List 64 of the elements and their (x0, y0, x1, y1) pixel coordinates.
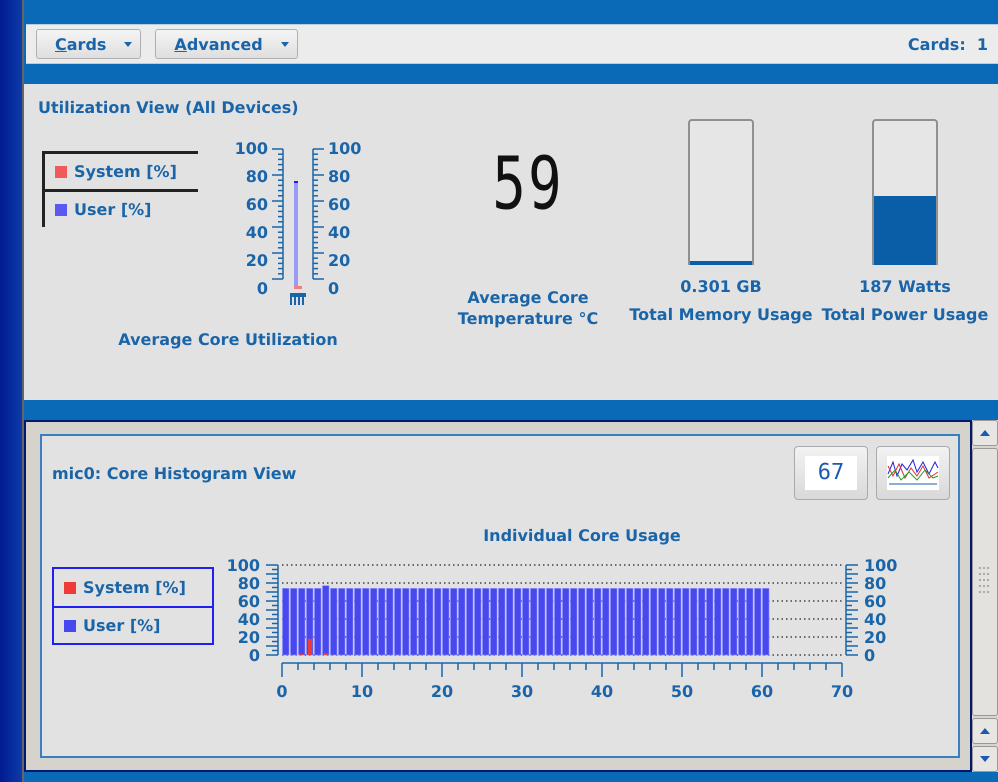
x-tick-label: 60 (750, 682, 774, 701)
y-tick-label: 0 (248, 646, 260, 665)
x-tick-label: 70 (830, 682, 854, 701)
gauge-caption: Total Memory Usage (629, 304, 813, 325)
legend-label: System [%] (74, 162, 177, 181)
y-tick-label: 60 (238, 592, 260, 611)
graph-view-button[interactable] (876, 446, 950, 500)
y-tick-label: 20 (238, 628, 260, 647)
y-tick-label: 60 (864, 592, 886, 611)
gauge-caption: Total Power Usage (822, 304, 988, 325)
scale-label: 0 (256, 278, 268, 300)
legend-label: User [%] (83, 616, 160, 635)
scale-label: 20 (246, 250, 268, 272)
gauge-caption: Average Core Temperature °C (456, 287, 600, 329)
x-tick-label: 10 (350, 682, 374, 701)
y-tick-label: 80 (864, 574, 886, 593)
legend-label: System [%] (83, 578, 186, 597)
arrow-up-icon (980, 728, 990, 734)
panel-title: mic0: Core Histogram View (52, 464, 296, 482)
gauge-reading: 187 Watts (859, 277, 951, 296)
x-tick-label: 0 (276, 682, 288, 701)
scale-label: 40 (328, 222, 350, 244)
scale-label: 60 (246, 194, 268, 216)
scale-label: 80 (328, 166, 350, 188)
arrow-up-icon (980, 430, 990, 436)
system-bar (308, 638, 312, 655)
scroll-down-button[interactable] (972, 746, 998, 772)
arrow-down-icon (980, 756, 990, 762)
panel-title: Utilization View (All Devices) (38, 98, 300, 117)
gauge-caption: Average Core Utilization (117, 329, 339, 350)
gauge-reading: 0.301 GB (680, 277, 762, 296)
x-tick-label: 40 (590, 682, 614, 701)
temperature-readout: 59 (492, 148, 564, 222)
menu-button[interactable]: Advanced (155, 29, 298, 59)
digital-view-button[interactable]: 67 (794, 446, 868, 500)
caret-icon (280, 42, 289, 46)
scrollbar-thumb[interactable] (972, 448, 998, 716)
y-tick-label: 20 (864, 628, 886, 647)
chart-title: Individual Core Usage (482, 526, 682, 545)
legend-label: User [%] (74, 200, 152, 219)
scale-label: 0 (328, 278, 340, 300)
y-tick-label: 40 (238, 610, 260, 629)
y-tick-label: 100 (226, 556, 260, 575)
scroll-up-button[interactable] (972, 420, 998, 446)
scale-label: 100 (328, 138, 362, 160)
x-tick-label: 30 (510, 682, 534, 701)
menu-button[interactable]: Cards (36, 29, 142, 59)
x-tick-label: 20 (430, 682, 454, 701)
y-tick-label: 80 (238, 574, 260, 593)
connector-icon (290, 293, 306, 305)
system-bar (324, 653, 328, 655)
y-tick-label: 100 (864, 556, 898, 575)
scale-label: 40 (246, 222, 268, 244)
scale-label: 100 (234, 138, 268, 160)
caret-icon (124, 42, 132, 46)
scale-label: 80 (246, 166, 268, 188)
scale-label: 60 (328, 194, 350, 216)
y-tick-label: 40 (864, 610, 886, 629)
scale-label: 20 (328, 250, 350, 272)
scroll-up-button[interactable] (972, 718, 998, 744)
x-tick-label: 50 (670, 682, 694, 701)
line-graph-icon (887, 456, 939, 490)
cards-count-label: Cards: 1 (908, 34, 988, 54)
y-tick-label: 0 (864, 646, 876, 665)
